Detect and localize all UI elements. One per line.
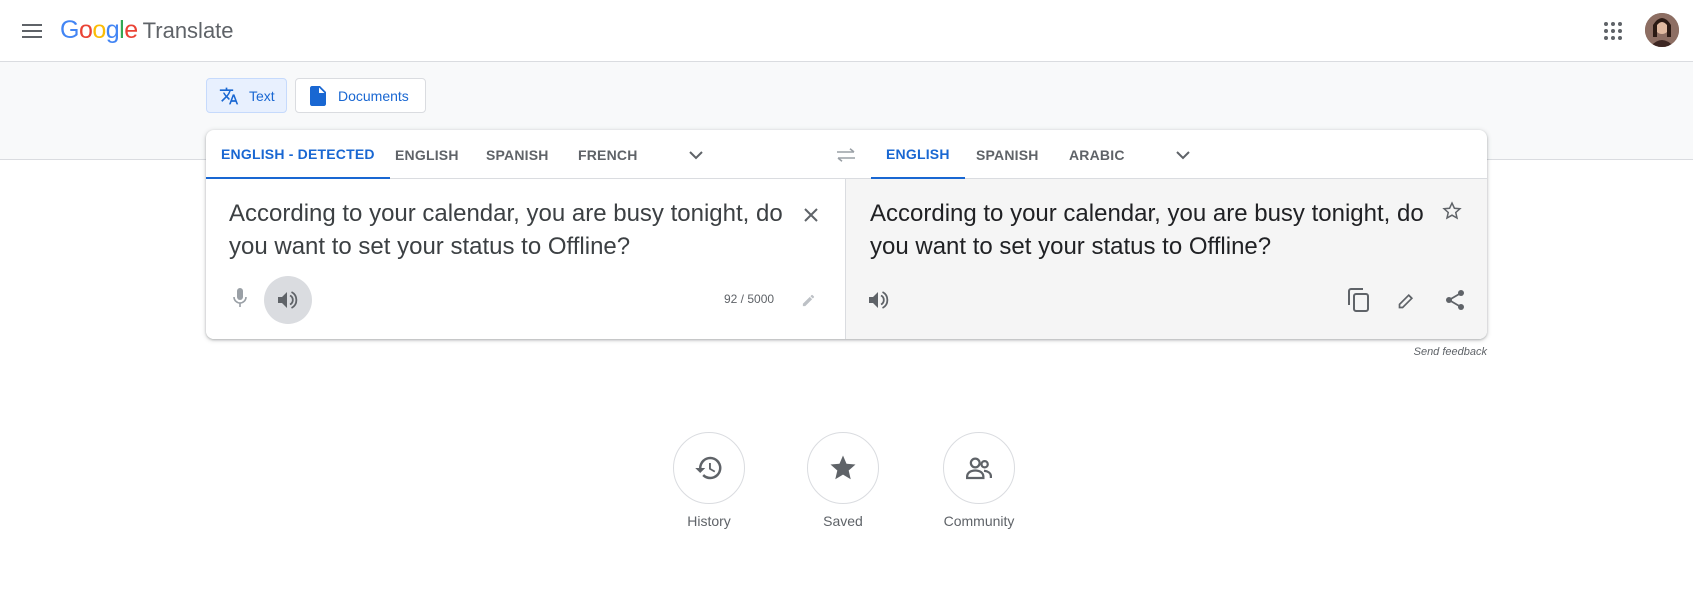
tab-source-french[interactable]: FRENCH: [563, 130, 653, 179]
documents-mode-button[interactable]: Documents: [295, 78, 426, 113]
pencil-icon[interactable]: [1394, 287, 1420, 313]
pencil-icon[interactable]: [798, 290, 818, 310]
send-feedback-link[interactable]: Send feedback: [1400, 346, 1487, 358]
translation-output: According to your calendar, you are busy…: [870, 200, 1424, 260]
apps-grid-icon[interactable]: [1598, 16, 1628, 46]
speaker-icon[interactable]: [867, 288, 891, 312]
speaker-icon[interactable]: [264, 276, 312, 324]
tab-source-english[interactable]: ENGLISH: [380, 130, 474, 179]
avatar[interactable]: [1645, 13, 1679, 47]
document-icon: [308, 85, 328, 106]
microphone-icon[interactable]: [229, 287, 251, 309]
tab-source-spanish[interactable]: SPANISH: [471, 130, 564, 179]
chevron-down-icon[interactable]: [1171, 143, 1195, 167]
community-icon[interactable]: [943, 432, 1015, 504]
character-count: 92 / 5000: [724, 292, 775, 306]
translate-icon: [219, 86, 239, 106]
source-panel: According to your calendar, you are busy…: [206, 179, 846, 339]
source-text-input[interactable]: According to your calendar, you are busy…: [229, 197, 789, 263]
google-translate-logo[interactable]: Google Translate: [60, 16, 234, 46]
copy-icon[interactable]: [1346, 287, 1372, 313]
top-app-bar: Google Translate: [0, 0, 1693, 62]
history-button[interactable]: History: [664, 432, 754, 529]
tab-target-spanish[interactable]: SPANISH: [961, 130, 1054, 179]
star-icon[interactable]: [1439, 198, 1465, 224]
swap-languages-icon[interactable]: [834, 143, 858, 167]
star-filled-icon[interactable]: [807, 432, 879, 504]
tab-target-english[interactable]: ENGLISH: [871, 130, 965, 179]
text-mode-label: Text: [249, 87, 275, 104]
saved-label: Saved: [823, 513, 863, 529]
share-icon[interactable]: [1442, 287, 1468, 313]
close-icon[interactable]: [798, 202, 824, 228]
product-name: Translate: [142, 18, 234, 43]
target-panel: According to your calendar, you are busy…: [846, 179, 1487, 339]
chevron-down-icon[interactable]: [684, 143, 708, 167]
history-circle[interactable]: [673, 432, 745, 504]
google-wordmark: Google: [60, 16, 138, 44]
community-button[interactable]: Community: [934, 432, 1024, 529]
documents-mode-label: Documents: [338, 87, 409, 104]
community-label: Community: [943, 513, 1015, 529]
history-label: History: [687, 513, 731, 529]
tab-source-english-detected[interactable]: ENGLISH - DETECTED: [206, 130, 390, 179]
tab-target-arabic[interactable]: ARABIC: [1054, 130, 1140, 179]
menu-icon[interactable]: [18, 17, 46, 45]
saved-button[interactable]: Saved: [798, 432, 888, 529]
language-bar: ENGLISH - DETECTED ENGLISH SPANISH FRENC…: [206, 130, 1487, 179]
text-mode-button[interactable]: Text: [206, 78, 287, 113]
translator-card: ENGLISH - DETECTED ENGLISH SPANISH FRENC…: [206, 130, 1487, 339]
